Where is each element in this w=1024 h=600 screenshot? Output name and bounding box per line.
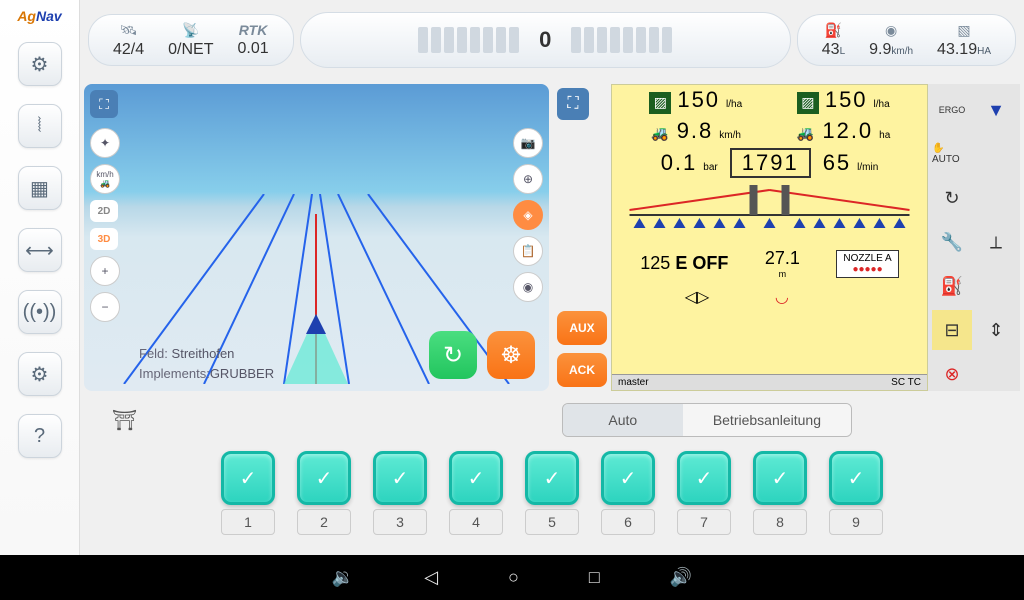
rpm-readout: 1791: [730, 148, 811, 178]
fuel-stat: ⛽ 43L: [810, 22, 857, 59]
speed-toggle[interactable]: km/h🚜: [90, 164, 120, 194]
section-icon[interactable]: ⊟: [932, 310, 972, 350]
sprayer-tools: ERGO ▼ ✋AUTO ↻ 🔧 ⟂ ⛽ ⊟ ⇕ ⊗: [928, 84, 1020, 391]
dial-gauge-icon: ◡: [775, 287, 789, 307]
section-label-2[interactable]: 2: [297, 509, 351, 535]
gnss-status-group: 🛰 42/4 📡 0/NET RTK 0.01: [88, 14, 294, 66]
section-toggle-5[interactable]: ✓: [525, 451, 579, 505]
section-label-5[interactable]: 5: [525, 509, 579, 535]
sprayer-speed: 🚜9.8km/h: [649, 118, 741, 145]
section-toggle-7[interactable]: ✓: [677, 451, 731, 505]
spray-icon[interactable]: ▼: [976, 90, 1016, 130]
ergodrive-icon[interactable]: ERGO: [932, 90, 972, 130]
fuel-icon: ⛽: [825, 22, 842, 39]
area-stat: ▧ 43.19HA: [925, 22, 1003, 59]
wrench-icon[interactable]: 🔧: [932, 222, 972, 262]
section-label-4[interactable]: 4: [449, 509, 503, 535]
fullscreen-icon[interactable]: ⛶: [90, 90, 118, 118]
speed-stat: ◉ 9.9km/h: [857, 22, 925, 59]
antenna-icon: 📡: [182, 22, 199, 39]
valve-icon[interactable]: ⊗: [932, 354, 972, 394]
speedometer-icon: ◉: [885, 22, 897, 39]
expand-sprayer-icon[interactable]: ⛶: [557, 88, 589, 120]
signal-button[interactable]: ((•)): [18, 290, 62, 334]
section-label-3[interactable]: 3: [373, 509, 427, 535]
fuel-pump-icon[interactable]: ⛽: [932, 266, 972, 306]
nozzle-indicator: NOZZLE A●●●●●: [836, 250, 898, 278]
steering-button[interactable]: ☸: [487, 331, 535, 379]
section-toggle-3[interactable]: ✓: [373, 451, 427, 505]
section-label-9[interactable]: 9: [829, 509, 883, 535]
refresh-icon[interactable]: ↻: [932, 178, 972, 218]
auto-mode-tab[interactable]: Auto: [563, 404, 683, 436]
section-toggle-1[interactable]: ✓: [221, 451, 275, 505]
area-icon: ▧: [957, 22, 970, 39]
home-icon[interactable]: ○: [508, 567, 519, 588]
section-label-8[interactable]: 8: [753, 509, 807, 535]
section-toggle-6[interactable]: ✓: [601, 451, 655, 505]
volume-up-icon[interactable]: 🔊: [670, 567, 692, 588]
help-button[interactable]: ?: [18, 414, 62, 458]
field-button[interactable]: ▦: [18, 166, 62, 210]
boom-width: 27.1m: [765, 248, 800, 279]
manual-mode-tab[interactable]: Betriebsanleitung: [683, 404, 851, 436]
auto-hand-icon[interactable]: ✋AUTO: [932, 134, 972, 174]
settings-button[interactable]: ⚙: [18, 352, 62, 396]
master-label: master: [618, 377, 649, 388]
satellite-stat: 🛰 42/4: [101, 22, 156, 59]
tank-level: 125 E OFF: [640, 253, 728, 274]
volume-down-icon[interactable]: 🔉: [332, 567, 354, 588]
uturn-button[interactable]: ↻: [429, 331, 477, 379]
lightbar-gauge: 0: [300, 12, 791, 68]
guidance-map[interactable]: ⛶ ✦ km/h🚜 2D 3D + − 📷 ⊕ ◈ 📋 ◉: [84, 84, 549, 391]
height-icon[interactable]: ⇕: [976, 310, 1016, 350]
section-label-1[interactable]: 1: [221, 509, 275, 535]
section-toggle-9[interactable]: ✓: [829, 451, 883, 505]
sc-tc-label: SC TC: [891, 377, 921, 388]
recent-apps-icon[interactable]: □: [589, 567, 600, 588]
app-logo: AgNav: [17, 8, 61, 24]
width-button[interactable]: ⟷: [18, 228, 62, 272]
back-icon[interactable]: ◁: [424, 567, 438, 588]
section-toggle-4[interactable]: ✓: [449, 451, 503, 505]
rtk-stat: RTK 0.01: [225, 22, 280, 58]
sprayer-area: 🚜12.0ha: [794, 118, 890, 145]
aux-button[interactable]: AUX: [557, 311, 607, 345]
rate2-readout: ▨150l/ha: [797, 87, 890, 114]
compass-icon[interactable]: ✦: [90, 128, 120, 158]
ack-button[interactable]: ACK: [557, 353, 607, 387]
boom-fold-icon[interactable]: ⟂: [976, 222, 1016, 262]
boom-diagram: [612, 180, 927, 240]
network-stat: 📡 0/NET: [156, 22, 225, 59]
field-info: Feld: Streithofen Implements:GRUBBER: [139, 344, 274, 383]
ab-line-button[interactable]: ⦚: [18, 104, 62, 148]
pressure-readout: 0.1bar: [661, 150, 718, 176]
rate1-readout: ▨150l/ha: [649, 87, 742, 114]
camera-icon[interactable]: 📷: [513, 128, 543, 158]
work-status-group: ⛽ 43L ◉ 9.9km/h ▧ 43.19HA: [797, 14, 1016, 66]
implement-icon: ⛩: [112, 408, 137, 433]
flow-readout: 65l/min: [823, 150, 879, 176]
satellite-icon: 🛰: [120, 22, 138, 39]
section-toggle-8[interactable]: ✓: [753, 451, 807, 505]
section-label-7[interactable]: 7: [677, 509, 731, 535]
level-gauge-icon: ◁▷: [685, 287, 710, 307]
section-buttons: ✓ ✓ ✓ ✓ ✓ ✓ ✓ ✓ ✓: [92, 441, 1012, 509]
implement-button[interactable]: ⚙: [18, 42, 62, 86]
sprayer-terminal: ▨150l/ha ▨150l/ha 🚜9.8km/h 🚜12.0ha 0.1ba…: [611, 84, 928, 391]
section-label-6[interactable]: 6: [601, 509, 655, 535]
section-toggle-2[interactable]: ✓: [297, 451, 351, 505]
target-icon[interactable]: ⊕: [513, 164, 543, 194]
